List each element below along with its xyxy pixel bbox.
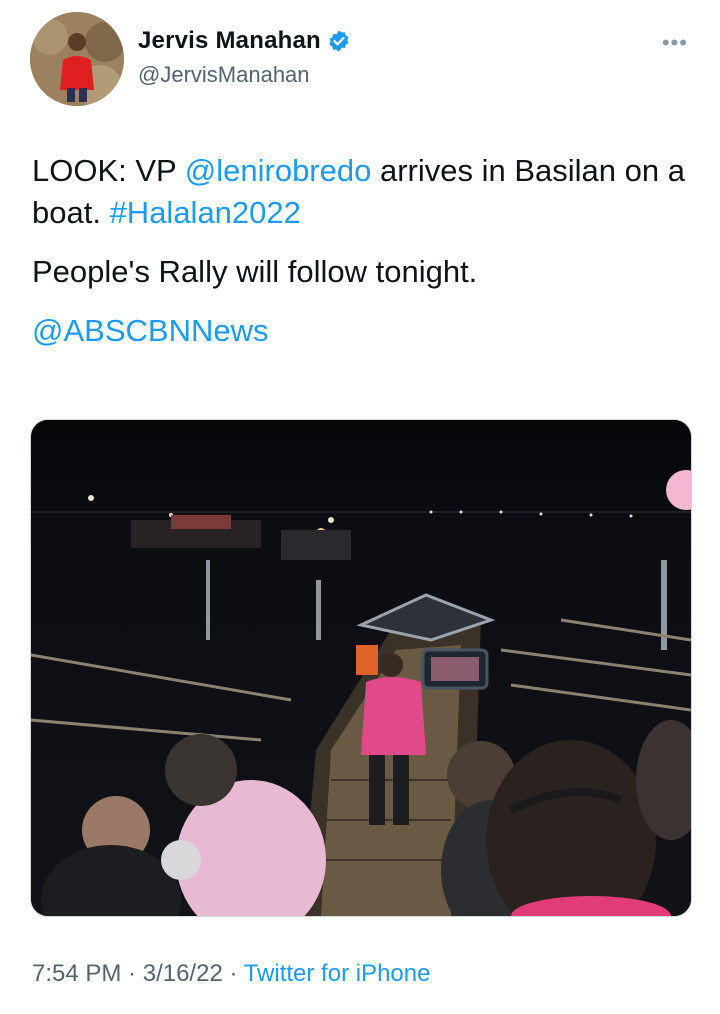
meta-separator: · (121, 960, 143, 987)
mention-link-lenirobredo[interactable]: @lenirobredo (185, 153, 372, 188)
hashtag-link[interactable]: #Halalan2022 (110, 195, 301, 230)
tweet-paragraph-2: People's Rally will follow tonight. (32, 254, 478, 289)
tweet-text-prefix: LOOK: VP (32, 153, 185, 188)
verified-badge-icon (329, 30, 349, 52)
more-options-icon[interactable]: ••• (662, 30, 688, 56)
author-handle[interactable]: @JervisManahan (138, 62, 310, 88)
photo-night-boat-arrival (31, 420, 691, 916)
tweet-time[interactable]: 7:54 PM (32, 960, 121, 987)
tweet-text: LOOK: VP @lenirobredo arrives in Basilan… (32, 150, 692, 369)
meta-separator: · (222, 960, 244, 987)
author-name[interactable]: Jervis Manahan (138, 27, 351, 55)
mention-link-abscbnnews[interactable]: @ABSCBNNews (32, 313, 268, 348)
tweet-paragraph-3: @ABSCBNNews (32, 310, 692, 352)
author-avatar[interactable] (30, 12, 124, 106)
tweet-source-link[interactable]: Twitter for iPhone (244, 960, 431, 987)
tweet-photo[interactable] (30, 419, 692, 917)
avatar-image (30, 12, 124, 106)
author-name-text: Jervis Manahan (138, 27, 321, 54)
tweet-date[interactable]: 3/16/22 (143, 960, 223, 987)
tweet-paragraph-1: LOOK: VP @lenirobredo arrives in Basilan… (32, 150, 692, 234)
tweet-meta: 7:54 PM · 3/16/22 · Twitter for iPhone (32, 960, 430, 988)
